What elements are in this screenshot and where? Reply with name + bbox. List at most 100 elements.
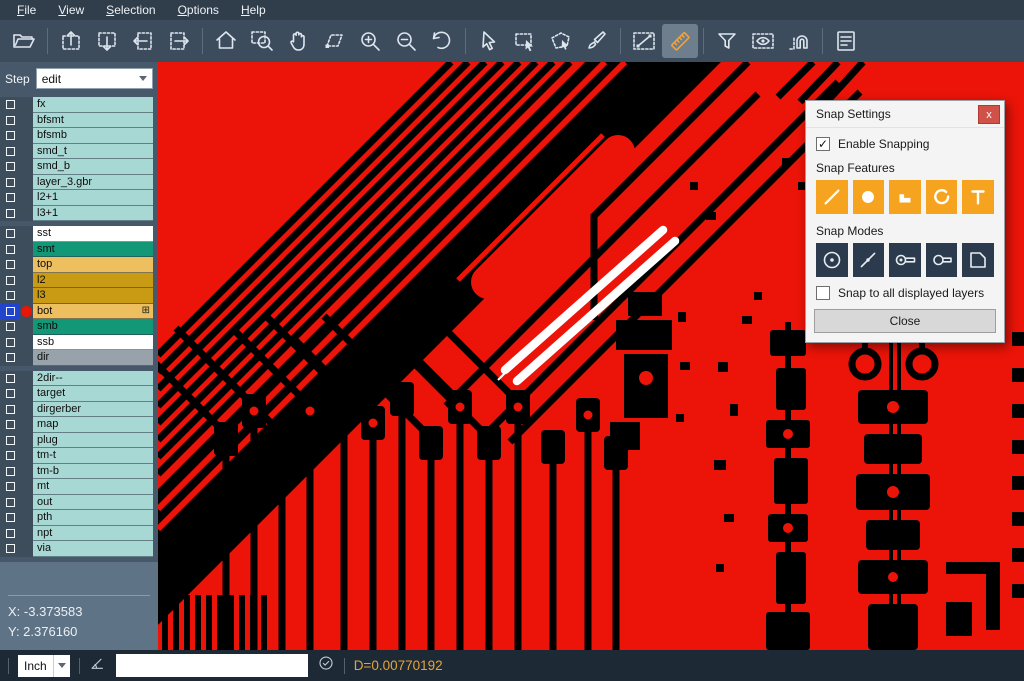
layer-checkbox-pth[interactable] (0, 510, 20, 526)
apply-check-icon[interactable] (317, 654, 335, 677)
layer-checkbox-l2+1[interactable] (0, 190, 20, 206)
menu-item-options[interactable]: Options (167, 0, 230, 20)
layer-row-via[interactable]: via (0, 541, 158, 557)
layer-checkbox-l3+1[interactable] (0, 206, 20, 222)
select-polygon-icon[interactable] (543, 24, 579, 58)
layer-row-smb[interactable]: smb (0, 319, 158, 335)
layer-row-smd_b[interactable]: smd_b (0, 159, 158, 175)
layer-checkbox-smb[interactable] (0, 319, 20, 335)
layer-checkbox-map[interactable] (0, 417, 20, 433)
pan-down-icon[interactable] (89, 24, 125, 58)
layer-checkbox-target[interactable] (0, 386, 20, 402)
layer-checkbox-via[interactable] (0, 541, 20, 557)
select-rectangle-icon[interactable] (507, 24, 543, 58)
all-layers-checkbox[interactable] (816, 286, 830, 300)
layer-row-l2+1[interactable]: l2+1 (0, 190, 158, 206)
snap-text-icon[interactable] (962, 180, 994, 214)
layer-row-out[interactable]: out (0, 495, 158, 511)
layer-row-sst[interactable]: sst (0, 226, 158, 242)
layer-checkbox-smd_b[interactable] (0, 159, 20, 175)
snap-line-icon[interactable] (816, 180, 848, 214)
menu-item-help[interactable]: Help (230, 0, 277, 20)
layer-checkbox-ssb[interactable] (0, 335, 20, 351)
layer-checkbox-npt[interactable] (0, 526, 20, 542)
layer-checkbox-layer_3.gbr[interactable] (0, 175, 20, 191)
layer-row-tm-t[interactable]: tm-t (0, 448, 158, 464)
layer-row-smt[interactable]: smt (0, 242, 158, 258)
menu-item-selection[interactable]: Selection (95, 0, 166, 20)
pan-up-icon[interactable] (53, 24, 89, 58)
layer-checkbox-out[interactable] (0, 495, 20, 511)
clear-brush-icon[interactable] (579, 24, 615, 58)
layer-row-pth[interactable]: pth (0, 510, 158, 526)
dialog-close-action-button[interactable]: Close (814, 309, 996, 333)
layer-row-layer_3.gbr[interactable]: layer_3.gbr (0, 175, 158, 191)
angle-mode-icon[interactable] (89, 654, 107, 677)
layer-row-2dir--[interactable]: 2dir-- (0, 371, 158, 387)
layer-checkbox-plug[interactable] (0, 433, 20, 449)
dialog-close-button[interactable]: x (978, 105, 1000, 124)
mode-slot-right-icon[interactable] (889, 243, 921, 277)
layer-row-ssb[interactable]: ssb (0, 335, 158, 351)
layer-checkbox-l3[interactable] (0, 288, 20, 304)
snap-path-icon[interactable] (781, 24, 817, 58)
show-selection-icon[interactable] (745, 24, 781, 58)
zoom-previous-icon[interactable] (424, 24, 460, 58)
layer-row-plug[interactable]: plug (0, 433, 158, 449)
filter-icon[interactable] (709, 24, 745, 58)
snap-arc-icon[interactable] (926, 180, 958, 214)
snap-surface-icon[interactable] (889, 180, 921, 214)
enable-snapping-checkbox[interactable] (816, 137, 830, 151)
zoom-polygon-icon[interactable] (316, 24, 352, 58)
layer-checkbox-2dir--[interactable] (0, 371, 20, 387)
layer-row-l3[interactable]: l3 (0, 288, 158, 304)
layer-checkbox-fx[interactable] (0, 97, 20, 113)
zoom-window-icon[interactable] (244, 24, 280, 58)
layer-checkbox-tm-b[interactable] (0, 464, 20, 480)
zoom-out-icon[interactable] (388, 24, 424, 58)
layer-checkbox-bot[interactable] (0, 304, 20, 320)
layer-row-l2[interactable]: l2 (0, 273, 158, 289)
layer-row-dir[interactable]: dir (0, 350, 158, 366)
layer-checkbox-tm-t[interactable] (0, 448, 20, 464)
layer-checkbox-smd_t[interactable] (0, 144, 20, 160)
command-input[interactable] (116, 654, 308, 677)
layer-row-npt[interactable]: npt (0, 526, 158, 542)
layer-checkbox-mt[interactable] (0, 479, 20, 495)
layer-checkbox-dirgerber[interactable] (0, 402, 20, 418)
mode-center-icon[interactable] (816, 243, 848, 277)
mode-slot-left-icon[interactable] (926, 243, 958, 277)
layer-row-dirgerber[interactable]: dirgerber (0, 402, 158, 418)
mode-contour-icon[interactable] (962, 243, 994, 277)
unit-dropdown[interactable]: Inch (18, 655, 70, 677)
layer-checkbox-smt[interactable] (0, 242, 20, 258)
measure-ruler-icon[interactable] (662, 24, 698, 58)
pan-right-icon[interactable] (161, 24, 197, 58)
layer-checkbox-top[interactable] (0, 257, 20, 273)
menu-item-view[interactable]: View (47, 0, 95, 20)
step-dropdown[interactable]: edit (36, 68, 153, 89)
layer-row-tm-b[interactable]: tm-b (0, 464, 158, 480)
zoom-in-icon[interactable] (352, 24, 388, 58)
layer-row-top[interactable]: top (0, 257, 158, 273)
menu-item-file[interactable]: File (6, 0, 47, 20)
layer-row-bfsmt[interactable]: bfsmt (0, 113, 158, 129)
layer-row-bfsmb[interactable]: bfsmb (0, 128, 158, 144)
pan-left-icon[interactable] (125, 24, 161, 58)
layer-row-l3+1[interactable]: l3+1 (0, 206, 158, 222)
report-icon[interactable] (828, 24, 864, 58)
layer-checkbox-bfsmt[interactable] (0, 113, 20, 129)
open-file-icon[interactable] (6, 24, 42, 58)
layer-checkbox-l2[interactable] (0, 273, 20, 289)
layer-row-smd_t[interactable]: smd_t (0, 144, 158, 160)
measure-line-icon[interactable] (626, 24, 662, 58)
zoom-home-icon[interactable] (208, 24, 244, 58)
select-arrow-icon[interactable] (471, 24, 507, 58)
snap-pad-icon[interactable] (853, 180, 885, 214)
pan-hand-icon[interactable] (280, 24, 316, 58)
layer-row-fx[interactable]: fx (0, 97, 158, 113)
layer-checkbox-sst[interactable] (0, 226, 20, 242)
layer-row-target[interactable]: target (0, 386, 158, 402)
layer-checkbox-bfsmb[interactable] (0, 128, 20, 144)
layer-row-bot[interactable]: bot⊞ (0, 304, 158, 320)
